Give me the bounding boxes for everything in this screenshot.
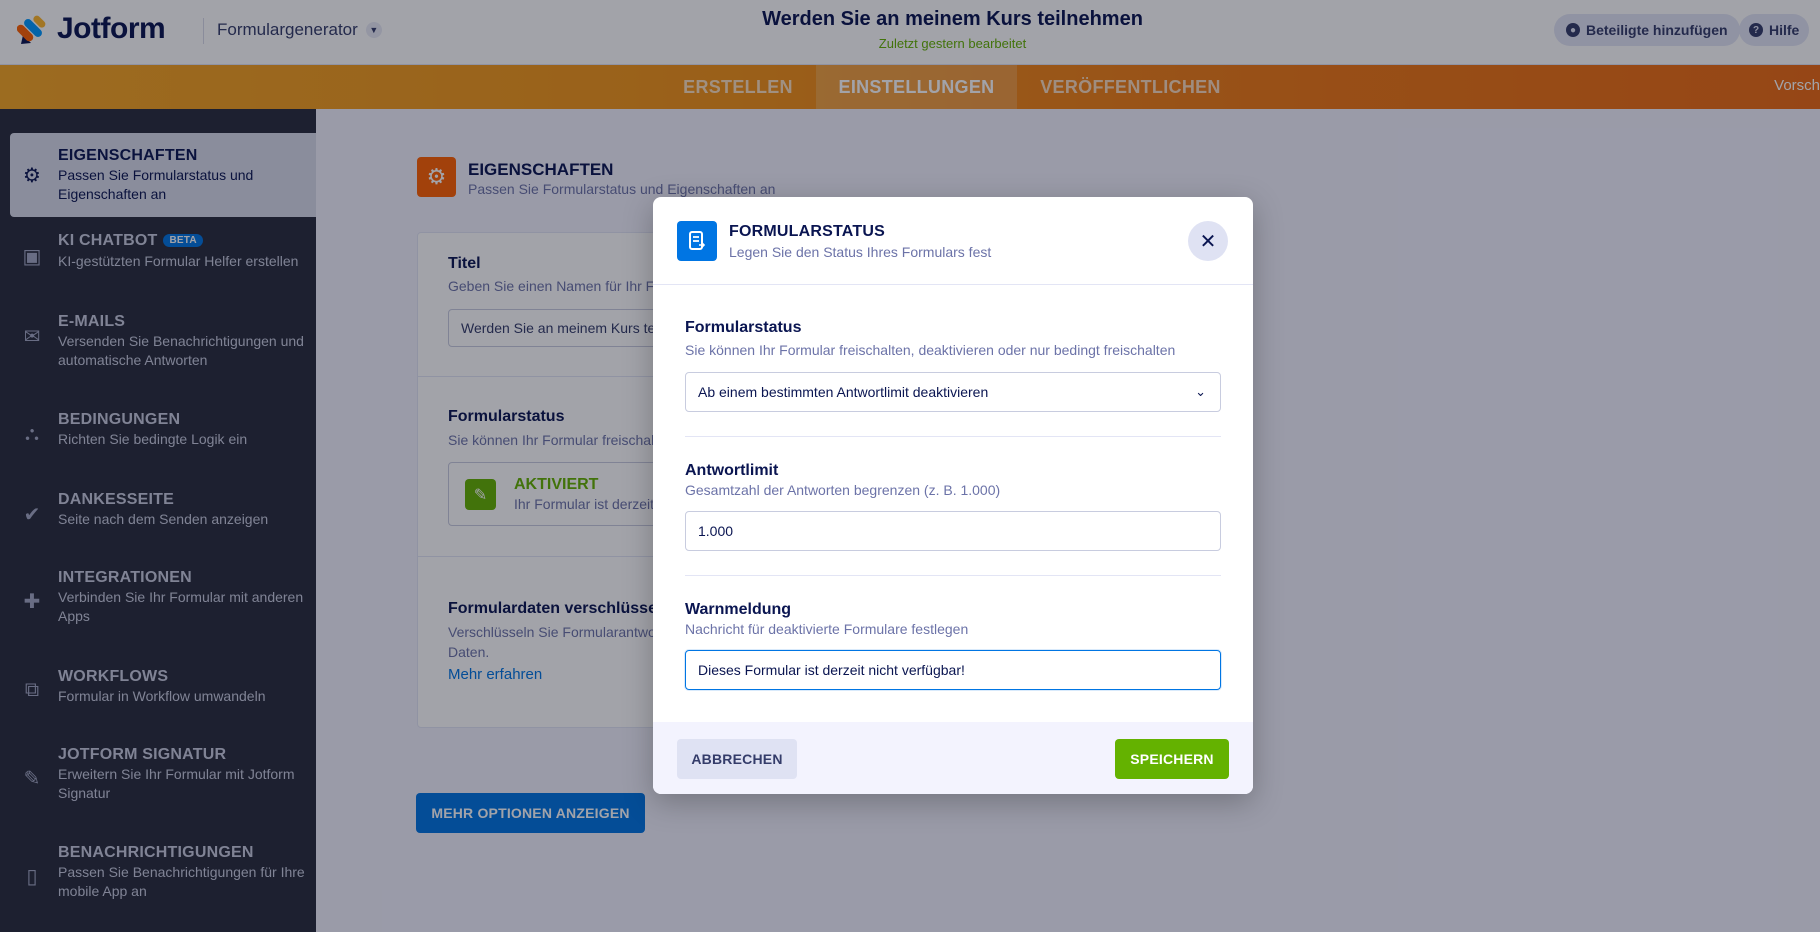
chevron-down-icon: ⌄ — [1195, 384, 1206, 399]
warning-message-input[interactable]: Dieses Formular ist derzeit nicht verfüg… — [685, 650, 1221, 690]
form-status-dialog: FORMULARSTATUS Legen Sie den Status Ihre… — [653, 197, 1253, 794]
warning-message-label: Warnmeldung — [685, 601, 792, 618]
form-status-label: Formularstatus — [685, 319, 802, 336]
cancel-button[interactable]: ABBRECHEN — [677, 739, 797, 779]
divider — [685, 436, 1221, 437]
form-document-icon — [677, 221, 717, 261]
warning-message-sublabel: Nachricht für deaktivierte Formulare fes… — [685, 621, 969, 637]
divider — [685, 575, 1221, 576]
save-button[interactable]: SPEICHERN — [1115, 739, 1229, 779]
form-status-sublabel: Sie können Ihr Formular freischalten, de… — [685, 342, 1176, 358]
close-icon[interactable]: ✕ — [1188, 221, 1228, 261]
dialog-footer: ABBRECHEN SPEICHERN — [653, 722, 1253, 794]
form-status-select[interactable]: Ab einem bestimmten Antwortlimit deaktiv… — [685, 372, 1221, 412]
dialog-header: FORMULARSTATUS Legen Sie den Status Ihre… — [653, 197, 1253, 285]
response-limit-sublabel: Gesamtzahl der Antworten begrenzen (z. B… — [685, 482, 1001, 498]
dialog-title: FORMULARSTATUS — [729, 223, 885, 240]
response-limit-label: Antwortlimit — [685, 462, 779, 479]
form-status-selected: Ab einem bestimmten Antwortlimit deaktiv… — [698, 384, 989, 400]
dialog-subtitle: Legen Sie den Status Ihres Formulars fes… — [729, 244, 992, 260]
response-limit-input[interactable]: 1.000 — [685, 511, 1221, 551]
